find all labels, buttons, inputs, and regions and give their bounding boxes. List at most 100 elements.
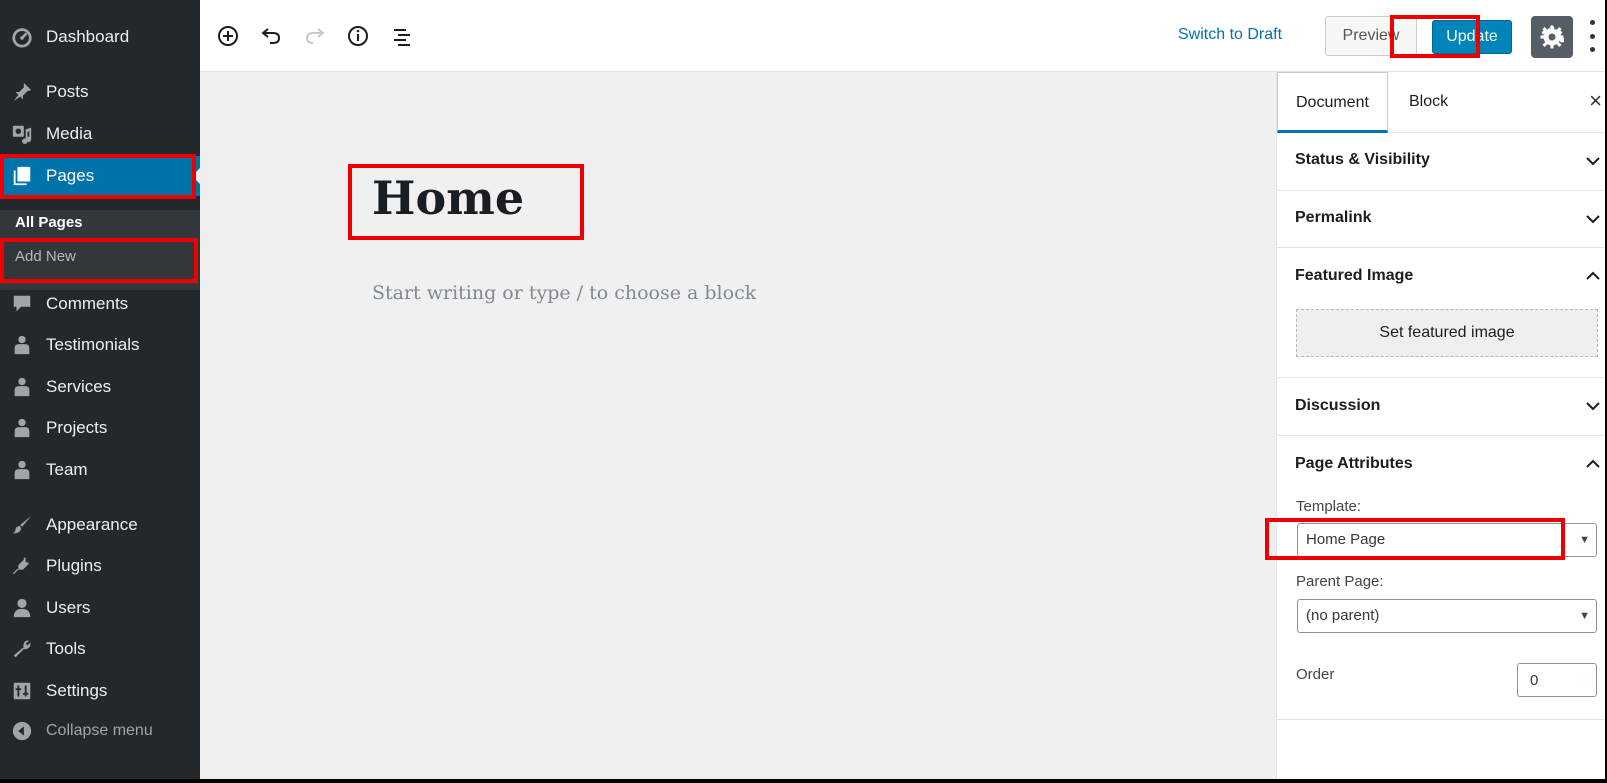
menu-item-users[interactable]: Users xyxy=(0,588,200,628)
pin-icon xyxy=(10,80,34,104)
menu-item-label: Plugins xyxy=(46,556,102,575)
panel-title: Discussion xyxy=(1295,397,1381,414)
more-dot xyxy=(1589,33,1595,39)
menu-item-label: Posts xyxy=(46,82,89,101)
menu-item-posts[interactable]: Posts xyxy=(0,72,200,112)
settings-sidebar: Document Block × Status & Visibility Per… xyxy=(1276,72,1605,779)
panel-title[interactable]: Page Attributes xyxy=(1295,455,1413,473)
panel-discussion[interactable]: Discussion xyxy=(1277,378,1605,436)
menu-item-label: Settings xyxy=(46,681,108,700)
pages-submenu: All Pages Add New xyxy=(0,210,200,290)
parent-page-select[interactable]: (no parent) ▼ xyxy=(1297,599,1597,633)
chevron-down-icon xyxy=(1584,152,1602,170)
gear-icon xyxy=(1540,25,1564,49)
add-block-button[interactable] xyxy=(214,22,242,50)
panel-permalink[interactable]: Permalink xyxy=(1277,191,1605,248)
editor-toolbar: Switch to Draft Preview Update xyxy=(200,0,1605,72)
panel-title: Permalink xyxy=(1295,209,1372,226)
editor-canvas: Home Start writing or type / to choose a… xyxy=(200,72,1276,779)
comment-icon xyxy=(10,292,34,316)
chevron-down-icon xyxy=(1584,397,1602,415)
media-icon xyxy=(10,122,34,146)
menu-item-testimonials[interactable]: Testimonials xyxy=(0,325,200,365)
menu-item-services[interactable]: Services xyxy=(0,367,200,407)
paintbrush-icon xyxy=(10,513,34,537)
menu-item-label: Projects xyxy=(46,418,108,437)
parent-page-label: Parent Page: xyxy=(1296,573,1384,590)
user-icon xyxy=(10,458,34,482)
tab-block[interactable]: Block xyxy=(1391,72,1466,132)
menu-item-projects[interactable]: Projects xyxy=(0,408,200,448)
menu-item-label: Tools xyxy=(46,639,86,658)
menu-item-dashboard[interactable]: Dashboard xyxy=(0,17,200,57)
redo-button[interactable] xyxy=(301,22,329,50)
dropdown-arrow-icon: ▼ xyxy=(1579,534,1590,546)
submenu-all-pages[interactable]: All Pages xyxy=(15,214,83,231)
pages-icon xyxy=(10,164,34,188)
post-title[interactable]: Home xyxy=(372,171,524,225)
set-featured-image-button[interactable]: Set featured image xyxy=(1296,309,1598,357)
menu-item-label: Pages xyxy=(46,166,95,185)
user-icon xyxy=(10,333,34,357)
submenu-add-new[interactable]: Add New xyxy=(15,248,76,265)
panel-title[interactable]: Featured Image xyxy=(1295,267,1413,285)
dashboard-icon xyxy=(10,25,34,49)
menu-item-label: Testimonials xyxy=(46,335,140,354)
panel-status-visibility[interactable]: Status & Visibility xyxy=(1277,133,1605,191)
current-menu-arrow xyxy=(192,168,200,184)
menu-item-label: Dashboard xyxy=(46,27,130,46)
redo-icon xyxy=(305,28,325,44)
wrench-icon xyxy=(10,637,34,661)
settings-tabs: Document Block × xyxy=(1277,72,1605,133)
menu-item-plugins[interactable]: Plugins xyxy=(0,546,200,586)
menu-item-tools[interactable]: Tools xyxy=(0,629,200,669)
undo-button[interactable] xyxy=(257,22,285,50)
panel-title: Status & Visibility xyxy=(1295,151,1430,168)
preview-button[interactable]: Preview xyxy=(1325,16,1417,56)
settings-toggle-button[interactable] xyxy=(1531,16,1573,58)
settings-icon xyxy=(10,679,34,703)
menu-item-label: Appearance xyxy=(46,515,138,534)
screen: Dashboard Posts Media Pages All Pages Ad… xyxy=(0,0,1607,783)
collapse-menu-button[interactable]: Collapse menu xyxy=(0,711,200,751)
users-icon xyxy=(10,596,34,620)
menu-item-team[interactable]: Team xyxy=(0,450,200,490)
template-select[interactable]: Home Page ▼ xyxy=(1297,523,1597,557)
block-navigation-button[interactable] xyxy=(388,22,416,50)
dropdown-arrow-icon: ▼ xyxy=(1579,610,1590,622)
menu-item-label: Users xyxy=(46,598,91,617)
tab-document[interactable]: Document xyxy=(1277,72,1388,133)
user-icon xyxy=(10,375,34,399)
more-dot xyxy=(1589,20,1595,25)
plus-circle-icon xyxy=(218,26,238,46)
update-button[interactable]: Update xyxy=(1432,20,1512,54)
parent-page-select-value: (no parent) xyxy=(1306,607,1380,624)
content-info-button[interactable] xyxy=(344,22,372,50)
menu-item-label: Media xyxy=(46,124,93,143)
chevron-down-icon xyxy=(1584,210,1602,228)
more-options-button[interactable] xyxy=(1586,20,1598,52)
order-label: Order xyxy=(1296,666,1335,683)
list-icon xyxy=(394,29,410,46)
switch-to-draft-link[interactable]: Switch to Draft xyxy=(1178,26,1282,44)
user-icon xyxy=(10,416,34,440)
menu-item-comments[interactable]: Comments xyxy=(0,284,200,324)
template-label: Template: xyxy=(1296,498,1362,515)
collapse-icon xyxy=(10,719,34,743)
menu-item-media[interactable]: Media xyxy=(0,114,200,154)
admin-sidebar: Dashboard Posts Media Pages All Pages Ad… xyxy=(0,0,200,779)
chevron-up-icon[interactable] xyxy=(1584,455,1602,473)
template-select-value: Home Page xyxy=(1306,531,1386,548)
order-input[interactable] xyxy=(1517,663,1597,697)
close-settings-button[interactable]: × xyxy=(1589,88,1602,114)
menu-item-pages[interactable]: Pages xyxy=(0,156,200,196)
info-icon xyxy=(348,26,368,46)
menu-item-label: Comments xyxy=(46,294,129,313)
menu-item-label: Collapse menu xyxy=(46,722,153,739)
chevron-up-icon[interactable] xyxy=(1584,267,1602,285)
menu-item-appearance[interactable]: Appearance xyxy=(0,505,200,545)
menu-item-settings[interactable]: Settings xyxy=(0,671,200,711)
menu-item-label: Services xyxy=(46,377,112,396)
block-appender-placeholder[interactable]: Start writing or type / to choose a bloc… xyxy=(372,282,756,304)
menu-item-label: Team xyxy=(46,460,88,479)
